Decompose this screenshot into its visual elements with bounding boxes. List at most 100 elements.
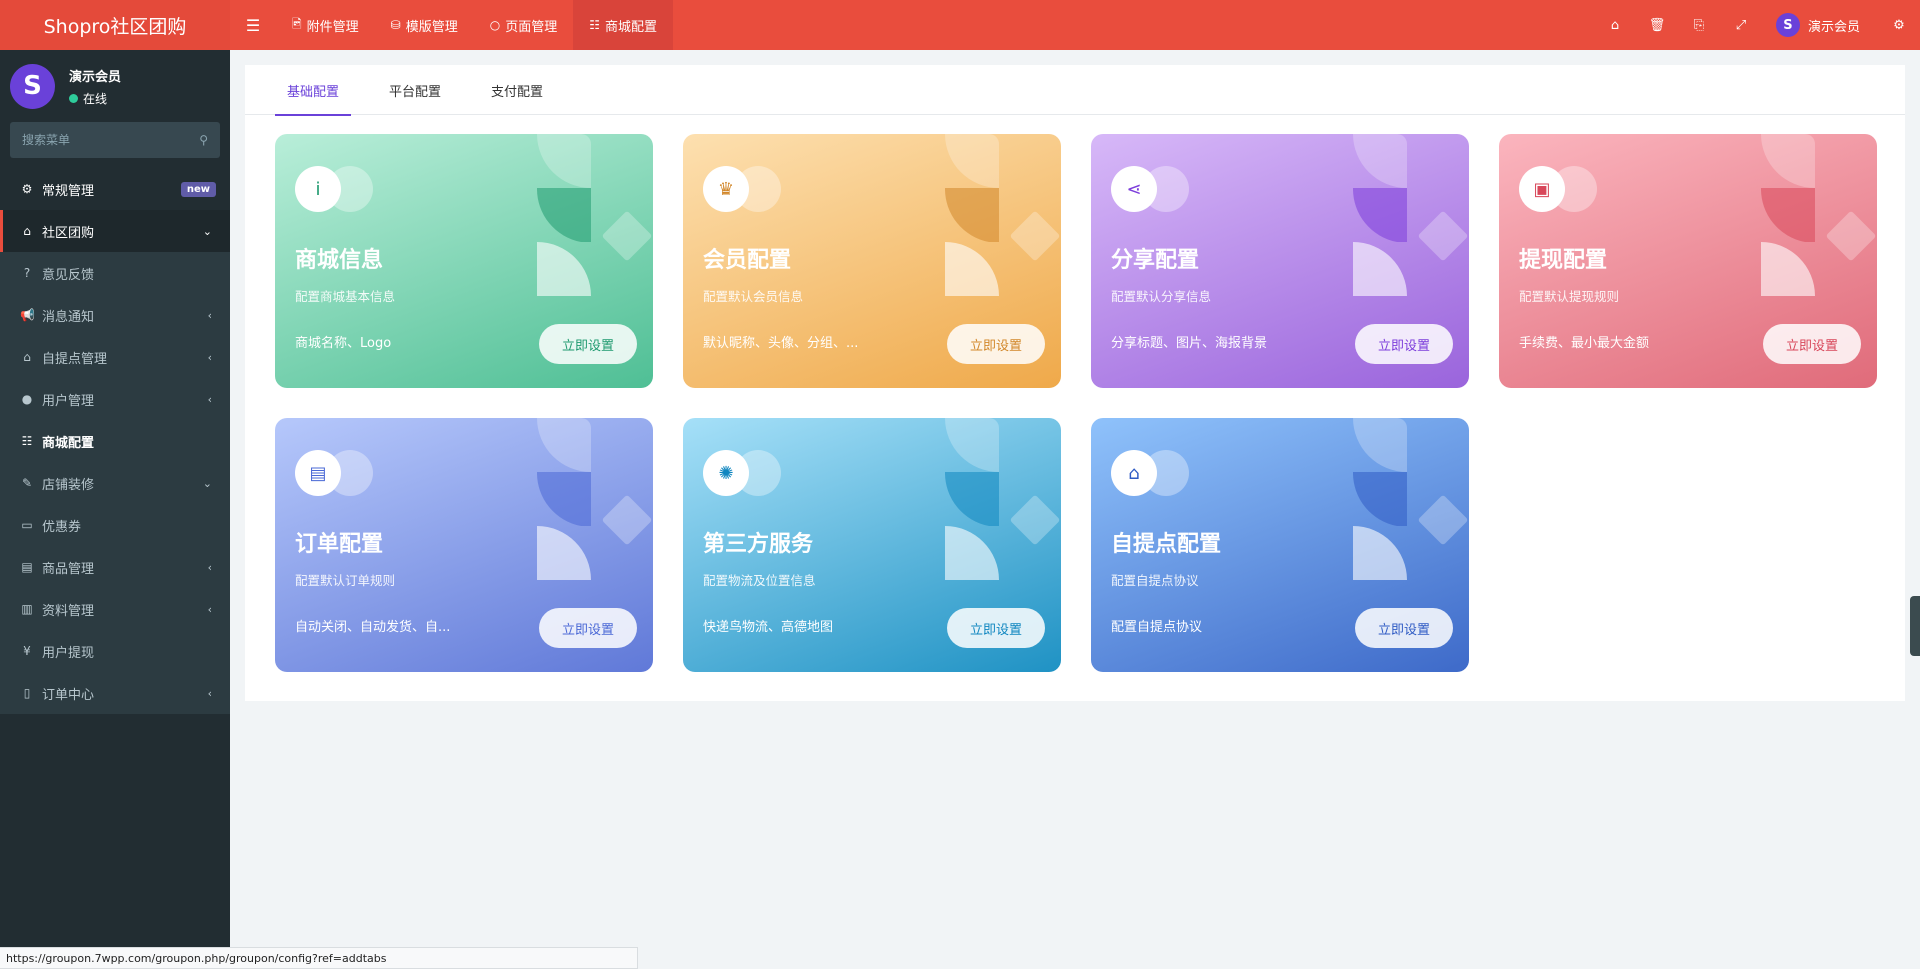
card-pickup-config[interactable]: ⌂ 自提点配置 配置自提点协议 配置自提点协议 立即设置	[1091, 418, 1469, 672]
sliders-icon: ☷	[21, 434, 33, 448]
fullscreen-icon[interactable]: ⤢	[1720, 0, 1762, 50]
card-title: 会员配置	[703, 248, 792, 273]
question-circle-icon: ?	[23, 266, 31, 280]
tab-attachment-management[interactable]: 🖻 附件管理	[276, 0, 375, 50]
app-logo[interactable]: Shopro社区团购	[0, 0, 230, 50]
sidebar-search: ⚲	[10, 122, 220, 158]
sidebar-item-notifications[interactable]: 📢 消息通知 ‹	[0, 294, 230, 336]
decorative-shapes	[945, 418, 1060, 580]
avatar: S	[1775, 13, 1800, 37]
side-drawer-handle[interactable]	[1910, 596, 1920, 656]
tab-template-management[interactable]: ⛁ 模版管理	[375, 0, 474, 50]
sidebar-item-shop-decor[interactable]: ✎ 店铺装修 ⌄	[0, 462, 230, 504]
sidebar-item-pickup-points[interactable]: ⌂ 自提点管理 ‹	[0, 336, 230, 378]
config-tab-bar: 基础配置 平台配置 支付配置	[245, 65, 1905, 116]
sidebar-item-general[interactable]: ⚙ 常规管理 new	[0, 168, 230, 210]
card-share-config[interactable]: ⋖ 分享配置 配置默认分享信息 分享标题、图片、海报背景 立即设置	[1091, 134, 1469, 388]
card-order-config[interactable]: ▤ 订单配置 配置默认订单规则 自动关闭、自动发货、自... 立即设置	[275, 418, 653, 672]
cogs-icon: ⚙	[21, 182, 33, 196]
setup-now-button[interactable]: 立即设置	[539, 324, 637, 364]
setup-now-button[interactable]: 立即设置	[947, 324, 1045, 364]
archive-icon: ▤	[21, 560, 33, 574]
gears-icon[interactable]: ⚙	[1878, 0, 1920, 50]
card-member-config[interactable]: ♛ 会员配置 配置默认会员信息 默认昵称、头像、分组、... 立即设置	[683, 134, 1061, 388]
sidebar-item-coupons[interactable]: ▭ 优惠券	[0, 504, 230, 546]
setup-now-button[interactable]: 立即设置	[1355, 324, 1453, 364]
cubes-icon: ⛁	[390, 18, 401, 32]
card-mall-info[interactable]: i 商城信息 配置商城基本信息 商城名称、Logo 立即设置	[275, 134, 653, 388]
sidebar-item-orders[interactable]: ▯ 订单中心 ‹	[0, 672, 230, 714]
decorative-shapes	[1353, 418, 1468, 580]
card-description: 商城名称、Logo	[295, 336, 392, 351]
chevron-left-icon: ‹	[207, 392, 212, 406]
setup-now-button[interactable]: 立即设置	[1763, 324, 1861, 364]
file-icon: ▯	[23, 686, 31, 700]
sidebar-item-products[interactable]: ▤ 商品管理 ‹	[0, 546, 230, 588]
header-right-tools: ⌂ 🗑 ⎘ ⤢ S 演示会员 ⚙	[1594, 0, 1920, 50]
card-subtitle: 配置自提点协议	[1111, 573, 1199, 588]
file-text-icon: ▥	[21, 602, 33, 616]
status-badge: 在线	[69, 90, 121, 107]
ticket-icon: ▭	[21, 518, 33, 532]
tab-basic-config[interactable]: 基础配置	[275, 65, 352, 116]
card-description: 自动关闭、自动发货、自...	[295, 620, 451, 635]
search-icon[interactable]: ⚲	[199, 133, 208, 147]
top-header: Shopro社区团购 ☰ 🖻 附件管理 ⛁ 模版管理 ○ 页面管理 ☷ 商城配置 ⌂ 🗑…	[0, 0, 1920, 50]
card-subtitle: 配置默认会员信息	[703, 289, 804, 304]
yen-icon: ¥	[23, 644, 31, 658]
trash-icon[interactable]: 🗑	[1636, 0, 1678, 50]
file-image-icon: 🖻	[292, 16, 302, 31]
wallet-icon: ▣	[1519, 166, 1565, 212]
card-title: 分享配置	[1111, 248, 1200, 273]
card-withdraw-config[interactable]: ▣ 提现配置 配置默认提现规则 手续费、最小最大金额 立即设置	[1499, 134, 1877, 388]
tab-platform-config[interactable]: 平台配置	[377, 65, 453, 115]
config-panel: 基础配置 平台配置 支付配置 i 商城信息 配置商城基本信息 商城名称、Logo…	[245, 65, 1905, 701]
header-user-menu[interactable]: S 演示会员	[1762, 13, 1878, 37]
online-dot-icon	[69, 93, 78, 103]
home-icon[interactable]: ⌂	[1594, 0, 1636, 50]
chevron-left-icon: ‹	[207, 308, 212, 322]
decorative-shapes	[945, 134, 1060, 296]
tab-payment-config[interactable]: 支付配置	[479, 65, 555, 115]
card-title: 商城信息	[295, 248, 384, 273]
sidebar-item-materials[interactable]: ▥ 资料管理 ‹	[0, 588, 230, 630]
setup-now-button[interactable]: 立即设置	[539, 608, 637, 648]
sidebar-toggle-button[interactable]: ☰	[230, 0, 276, 50]
sidebar-item-withdrawals[interactable]: ¥ 用户提现	[0, 630, 230, 672]
setup-now-button[interactable]: 立即设置	[947, 608, 1045, 648]
sidebar-item-mall-config[interactable]: ☷ 商城配置	[0, 420, 230, 462]
setup-now-button[interactable]: 立即设置	[1355, 608, 1453, 648]
browser-status-bar: https://groupon.7wpp.com/groupon.php/gro…	[0, 947, 638, 969]
avatar: S	[10, 63, 55, 109]
bank-icon: ⌂	[23, 350, 31, 364]
sliders-icon: ☷	[589, 18, 601, 32]
chevron-down-icon: ⌄	[202, 224, 212, 238]
sidebar-item-community-group[interactable]: ⌂ 社区团购 ⌄	[0, 210, 230, 252]
user-icon: ●	[21, 392, 33, 406]
bullhorn-icon: 📢	[20, 308, 35, 322]
sidebar-user-panel: S 演示会员 在线	[0, 50, 230, 122]
card-third-party[interactable]: ✺ 第三方服务 配置物流及位置信息 快递鸟物流、高德地图 立即设置	[683, 418, 1061, 672]
sidebar-item-users[interactable]: ● 用户管理 ‹	[0, 378, 230, 420]
card-description: 配置自提点协议	[1111, 620, 1203, 635]
brush-icon: ✎	[21, 476, 33, 490]
card-title: 自提点配置	[1111, 532, 1222, 557]
card-title: 订单配置	[295, 532, 384, 557]
new-badge: new	[180, 181, 216, 197]
decorative-shapes	[537, 418, 652, 580]
chevron-down-icon: ⌄	[202, 476, 212, 490]
card-subtitle: 配置物流及位置信息	[703, 573, 816, 588]
tab-page-management[interactable]: ○ 页面管理	[474, 0, 574, 50]
tab-mall-config[interactable]: ☷ 商城配置	[573, 0, 674, 50]
decorative-shapes	[537, 134, 652, 296]
sidebar-item-feedback[interactable]: ? 意见反馈	[0, 252, 230, 294]
card-subtitle: 配置默认订单规则	[295, 573, 396, 588]
sidebar-submenu: ? 意见反馈 📢 消息通知 ‹ ⌂ 自提点管理 ‹ ● 用户管理 ‹ ☷ 商城配置 ✎ 店铺装修 ⌄…	[0, 252, 230, 714]
info-icon: i	[295, 166, 341, 212]
search-input[interactable]	[22, 133, 182, 147]
chevron-left-icon: ‹	[207, 560, 212, 574]
chevron-left-icon: ‹	[207, 350, 212, 364]
decorative-shapes	[1761, 134, 1876, 296]
home-icon: ⌂	[23, 224, 31, 238]
translate-icon[interactable]: ⎘	[1678, 0, 1720, 50]
